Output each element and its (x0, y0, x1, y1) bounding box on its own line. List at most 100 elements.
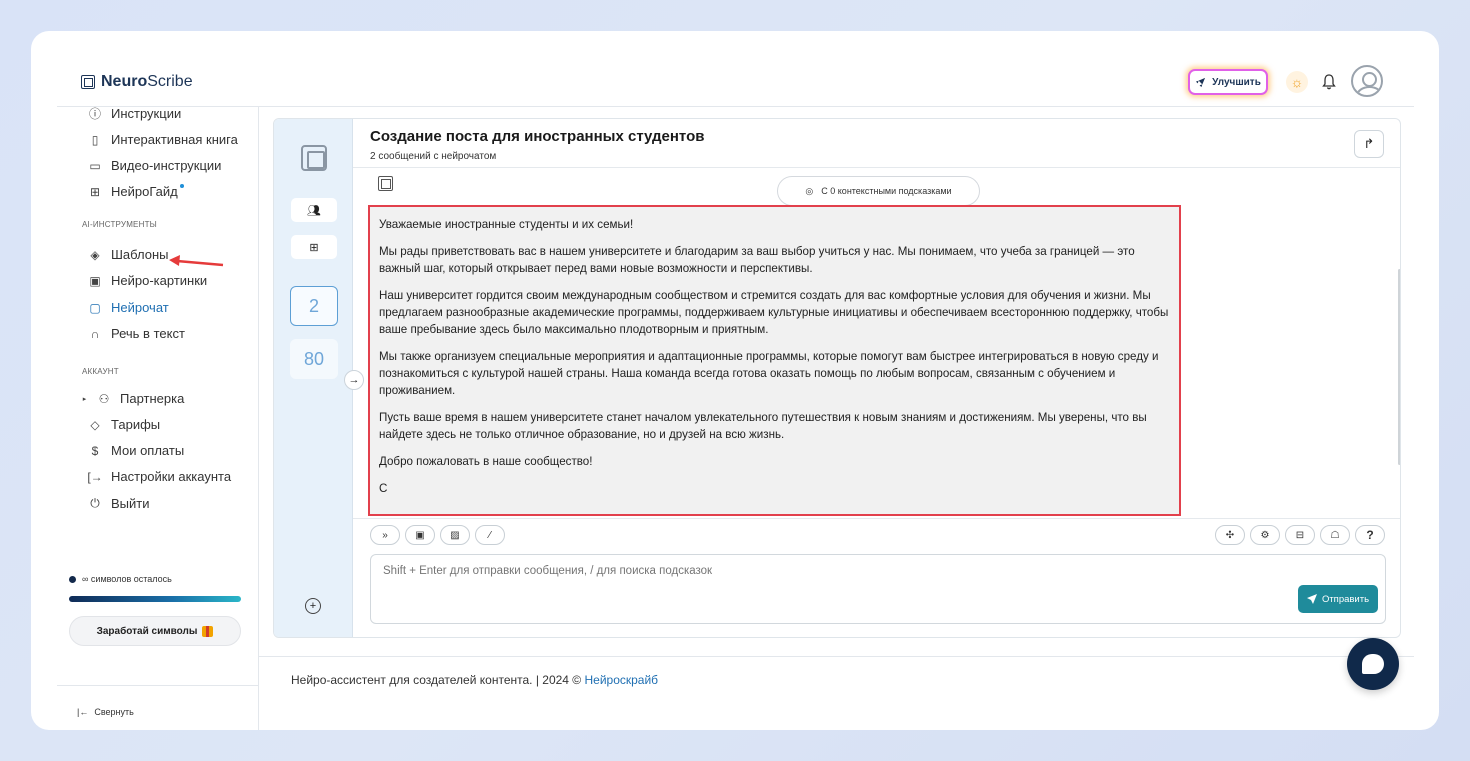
context-hints-icon: ◎ (805, 185, 814, 196)
users-icon: 👥︎ (307, 204, 321, 217)
send-button[interactable]: Отправить (1298, 585, 1378, 613)
share-button[interactable]: ↱ (1354, 130, 1384, 158)
message-scrollbar[interactable] (1398, 269, 1400, 465)
sidebar-item-speech-to-text[interactable]: ∩ Речь в текст (88, 326, 185, 341)
support-chat-button[interactable] (1347, 638, 1399, 690)
context-hints-label: С 0 контекстными подсказками (821, 186, 952, 196)
layout-icon: ⊟ (1295, 529, 1305, 541)
book-icon: ▯ (91, 132, 99, 147)
grid-rail-button[interactable]: ⊞ (291, 235, 337, 259)
chat-title: Создание поста для иностранных студентов (370, 128, 705, 145)
share-icon: ↱ (1363, 136, 1375, 151)
footer-divider (259, 656, 1414, 657)
help-label: ? (1366, 528, 1374, 542)
chat-rail: 👥︎ ⊞ 2 80 + (274, 119, 353, 637)
dollar-icon: $ (91, 443, 99, 458)
tag-icon: ◇ (90, 417, 100, 432)
sidebar-item-label: Интерактивная книга (111, 132, 238, 147)
rocket-icon (1196, 77, 1206, 87)
sidebar-item-label: Инструкции (111, 106, 182, 121)
theme-toggle-sun-icon[interactable]: ☼ (1286, 71, 1308, 93)
message-input-box: Отправить (370, 554, 1386, 624)
help-button[interactable]: ? (1355, 525, 1385, 545)
user-avatar[interactable] (1351, 65, 1383, 97)
secondary-count-badge[interactable]: 80 (290, 339, 338, 379)
magic-wand-button[interactable]: ⁄ (475, 525, 505, 545)
save-button[interactable]: ▣ (405, 525, 435, 545)
video-icon: ▭ (89, 158, 101, 173)
sidebar-item-label: Выйти (111, 496, 150, 511)
footer-link[interactable]: Нейроскрайб (584, 673, 658, 687)
sidebar-item-label: Нейрочат (111, 300, 169, 315)
chat-header-divider (353, 167, 1400, 168)
sidebar-item-video-instructions[interactable]: ▭ Видео-инструкции (88, 158, 221, 173)
earn-symbols-label: Заработай символы (96, 625, 198, 637)
earn-symbols-button[interactable]: Заработай символы (69, 616, 241, 646)
sidebar-item-logout[interactable]: ⏻ Выйти (88, 496, 150, 511)
logo-text-bold: Neuro (101, 73, 148, 90)
sidebar-item-neurochat[interactable]: ▢ Нейрочат (88, 300, 169, 315)
assistant-logo-icon (378, 176, 393, 191)
sidebar-item-tariffs[interactable]: ◇ Тарифы (88, 417, 160, 432)
collapse-down-button[interactable]: » (370, 525, 400, 545)
gift-icon (202, 625, 214, 637)
collapse-label: Свернуть (94, 707, 134, 717)
sidebar-item-label: Партнерка (120, 391, 185, 406)
app-frame: NeuroScribe Улучшить ☼ ⓘ Инструкции ▯ Ин… (31, 31, 1439, 730)
robot-icon: ☖ (1330, 529, 1340, 541)
layers-icon: ◈ (90, 247, 100, 262)
sidebar-item-instructions[interactable]: ⓘ Инструкции (88, 106, 181, 121)
message-paragraph: Уважаемые иностранные студенты и их семь… (379, 218, 634, 231)
context-hints-button[interactable]: ◎ С 0 контекстными подсказками (777, 176, 980, 206)
collapse-sidebar-button[interactable]: |← Свернуть (77, 707, 134, 717)
new-chat-plus-icon[interactable]: + (305, 598, 321, 614)
chat-subtitle: 2 сообщений с нейрочатом (370, 151, 497, 162)
sidebar-item-neuro-images[interactable]: ▣ Нейро-картинки (88, 273, 207, 288)
notification-bell-icon[interactable] (1319, 72, 1339, 92)
sidebar-item-label: Видео-инструкции (111, 158, 222, 173)
assistant-message: Уважаемые иностранные студенты и их семь… (368, 205, 1181, 516)
messages-count-badge[interactable]: 2 (290, 286, 338, 326)
annotation-arrow-icon (169, 255, 224, 267)
message-input[interactable] (383, 565, 1283, 585)
sidebar-bottom-divider (57, 685, 259, 686)
sidebar-item-label: Нейро-картинки (111, 273, 208, 288)
send-icon (1306, 594, 1317, 604)
collapse-icon: |← (77, 707, 89, 717)
puzzle-icon: ✣ (1225, 529, 1235, 541)
power-icon: ⏻ (90, 496, 100, 510)
insert-image-button[interactable]: ▨ (440, 525, 470, 545)
sidebar-item-account-settings[interactable]: [→ Настройки аккаунта (87, 469, 232, 484)
sidebar-item-label: Речь в текст (111, 326, 185, 341)
sidebar-item-partners[interactable]: ▸ ⚇ Партнерка (81, 391, 185, 406)
new-badge-dot (179, 184, 184, 188)
message-paragraph: Мы также организуем специальные мероприя… (379, 350, 1159, 397)
bot-button[interactable]: ☖ (1320, 525, 1350, 545)
grid-icon: ⊞ (309, 241, 319, 254)
secondary-count: 80 (303, 348, 325, 369)
users-rail-button[interactable]: 👥︎ (291, 198, 337, 222)
layout-button[interactable]: ⊟ (1285, 525, 1315, 545)
upgrade-button[interactable]: Улучшить (1188, 69, 1268, 95)
sidebar-item-interactive-book[interactable]: ▯ Интерактивная книга (88, 132, 238, 147)
expand-arrow-icon[interactable]: → (344, 370, 364, 390)
app-logo[interactable]: NeuroScribe (81, 73, 193, 91)
upgrade-label: Улучшить (1212, 76, 1261, 88)
sidebar-item-label: Настройки аккаунта (111, 469, 232, 484)
footer: Нейро-ассистент для создателей контента.… (291, 673, 658, 687)
image-icon: ▨ (450, 529, 460, 541)
plugin-button[interactable]: ✣ (1215, 525, 1245, 545)
sidebar-item-templates[interactable]: ◈ Шаблоны (88, 247, 168, 262)
symbols-remaining: ∞ символов осталось (69, 574, 172, 584)
message-paragraph: Мы рады приветствовать вас в нашем униве… (379, 245, 1135, 275)
footer-text: Нейро-ассистент для создателей контента.… (291, 673, 585, 687)
users-icon: ⚇ (98, 391, 110, 406)
settings-button[interactable]: ⚙ (1250, 525, 1280, 545)
sidebar-item-neuroguide[interactable]: ⊞ НейроГайд (88, 184, 184, 199)
sidebar-item-label: НейроГайд (111, 184, 178, 199)
sidebar-item-payments[interactable]: $ Мои оплаты (88, 443, 185, 458)
settings-exit-icon: [→ (87, 469, 103, 484)
gear-icon: ⚙ (1260, 529, 1270, 541)
headphones-icon: ∩ (90, 326, 100, 341)
save-icon: ▣ (415, 529, 425, 541)
